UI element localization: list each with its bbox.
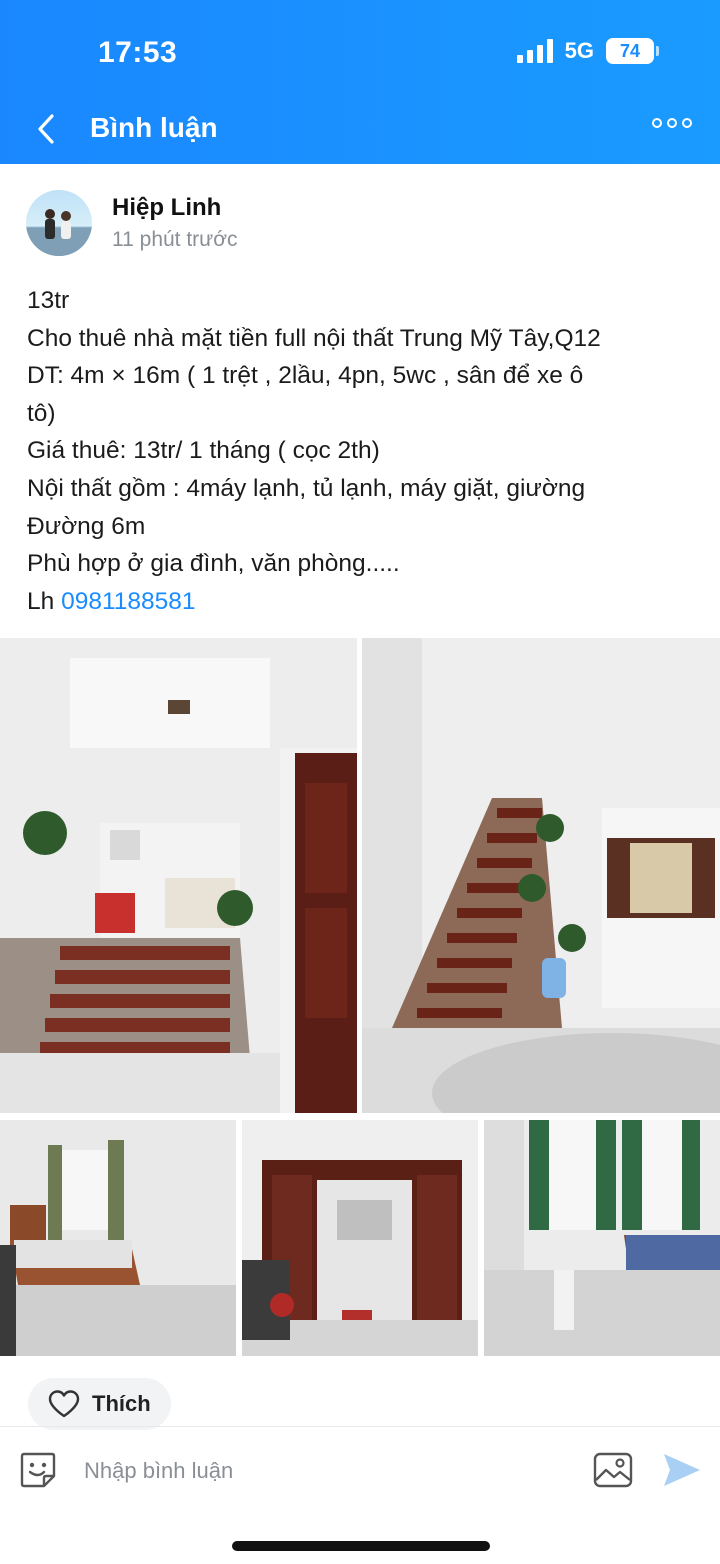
avatar[interactable]: [26, 190, 92, 256]
post-line: tô): [27, 399, 56, 427]
image-button[interactable]: [592, 1450, 634, 1490]
status-time: 17:53: [98, 36, 178, 69]
more-dots-icon: [652, 118, 662, 128]
signal-icon: [516, 39, 553, 63]
photo-bedroom-1[interactable]: [0, 1120, 236, 1356]
contact-prefix: Lh: [27, 587, 62, 615]
send-icon: [664, 1454, 700, 1486]
author-name[interactable]: Hiệp Linh: [112, 194, 221, 222]
chevron-left-icon: [38, 114, 54, 144]
photo-content: [0, 638, 357, 1113]
image-icon: [593, 1452, 633, 1488]
photo-content: [484, 1120, 720, 1356]
post-line: Phù hợp ở gia đình, văn phòng.....: [27, 550, 400, 578]
contact-line: Lh 0981188581: [27, 583, 697, 621]
phone-link[interactable]: 0981188581: [61, 588, 195, 615]
like-label: Thích: [92, 1391, 151, 1416]
heart-icon: [48, 1390, 80, 1418]
post-line: Giá thuê: 13tr/ 1 tháng ( cọc 2th): [27, 437, 380, 465]
avatar-photo: [26, 209, 92, 256]
comment-input[interactable]: [84, 1452, 574, 1490]
post-line: DT: 4m × 16m ( 1 trệt , 2lầu, 4pn, 5wc ,…: [27, 362, 584, 390]
sticker-icon: [20, 1452, 56, 1488]
divider: [0, 1426, 720, 1427]
page-title: Bình luận: [90, 112, 218, 143]
post-time: 11 phút trước: [112, 228, 238, 251]
more-dot: [667, 118, 677, 128]
photo-bedroom-2[interactable]: [484, 1120, 720, 1356]
back-button[interactable]: [32, 110, 62, 148]
battery-icon: 74: [606, 38, 659, 64]
post-line: 13tr: [27, 287, 70, 314]
more-dot: [682, 118, 692, 128]
home-indicator: [232, 1541, 490, 1551]
photo-content: [242, 1120, 478, 1356]
post-text: 13tr Cho thuê nhà mặt tiền full nội thất…: [27, 282, 697, 620]
app-header: 17:53 5G 74 Bình luận: [0, 0, 720, 164]
post-line: Nội thất gồm : 4máy lạnh, tủ lạnh, máy g…: [27, 474, 586, 502]
like-button[interactable]: Thích: [28, 1378, 171, 1430]
photo-living-room-stairs[interactable]: [0, 638, 357, 1113]
status-icons: 5G 74: [516, 38, 659, 64]
photo-staircase[interactable]: [362, 638, 720, 1113]
network-type: 5G: [564, 38, 594, 63]
photo-entrance-door[interactable]: [242, 1120, 478, 1356]
post-line: Cho thuê nhà mặt tiền full nội thất Trun…: [27, 324, 601, 352]
photo-content: [362, 638, 720, 1113]
more-button[interactable]: [652, 118, 692, 128]
emoji-button[interactable]: [18, 1450, 58, 1490]
post-line: Đường 6m: [27, 512, 146, 540]
send-button[interactable]: [662, 1452, 702, 1488]
photo-content: [0, 1120, 236, 1356]
